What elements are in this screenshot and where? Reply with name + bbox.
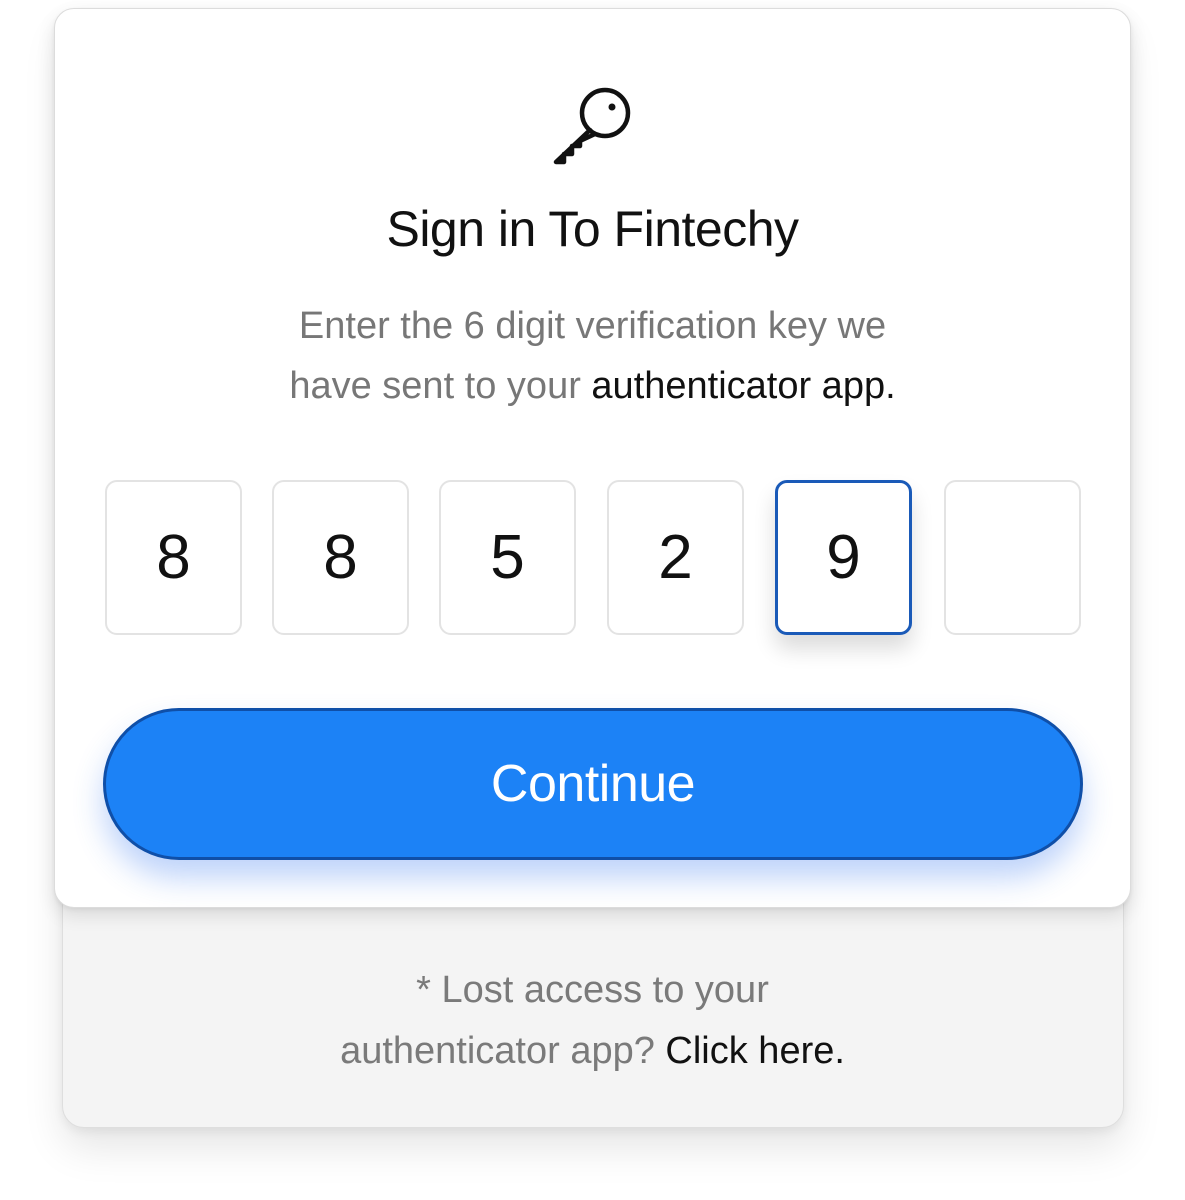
instructions-line-1: Enter the 6 digit verification key we [298,305,887,347]
otp-digit-6[interactable] [944,480,1081,635]
authenticator-app-text: authenticator app. [591,365,896,407]
otp-digit-5[interactable]: 9 [775,480,912,635]
instructions: Enter the 6 digit verification key we ha… [0,296,1185,416]
page-title: Sign in To Fintechy [386,201,799,257]
otp-input-row: 8 8 5 2 9 [105,480,1081,636]
lost-access-line-2-text: authenticator app? [340,1030,666,1072]
key-icon [550,82,638,170]
continue-button[interactable]: Continue [103,708,1083,860]
otp-digit-4[interactable]: 2 [607,480,744,635]
lost-access-line-1: * Lost access to your [416,969,769,1011]
stage: Sign in To Fintechy Enter the 6 digit ve… [0,0,1185,1200]
otp-digit-1[interactable]: 8 [105,480,242,635]
instructions-line-2: have sent to your authenticator app. [0,356,1185,416]
instructions-line-2-text: have sent to your [289,365,592,407]
lost-access-text: * Lost access to your authenticator app?… [0,960,1185,1082]
lost-access-line-2: authenticator app? Click here. [0,1021,1185,1082]
click-here-link[interactable]: Click here. [665,1030,845,1072]
otp-digit-3[interactable]: 5 [439,480,576,635]
otp-digit-2[interactable]: 8 [272,480,409,635]
